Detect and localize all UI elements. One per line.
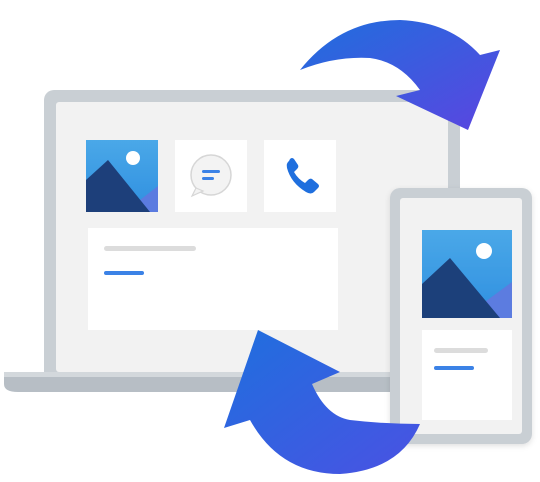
content-card-background <box>88 228 338 330</box>
content-card-line-accent <box>104 271 144 275</box>
phone-sun-icon <box>476 243 492 259</box>
device-sync-illustration <box>0 0 540 482</box>
phone-content-line-accent <box>434 366 474 370</box>
message-line-1 <box>202 170 220 173</box>
sun-icon <box>126 151 140 165</box>
phone-content-card <box>422 330 512 420</box>
content-card-line-gray <box>104 246 196 251</box>
phone-content-line-gray <box>434 348 488 353</box>
laptop-message-tile <box>175 140 247 212</box>
phone-tile-background <box>264 140 336 212</box>
laptop-phone-tile <box>264 140 336 212</box>
phone-photo-card <box>422 230 512 318</box>
message-line-2 <box>202 177 214 180</box>
laptop-photo-tile <box>86 140 158 212</box>
laptop-content-card <box>88 228 338 330</box>
phone-content-background <box>422 330 512 420</box>
illustration-canvas <box>4 20 532 474</box>
phone-device <box>390 188 532 444</box>
